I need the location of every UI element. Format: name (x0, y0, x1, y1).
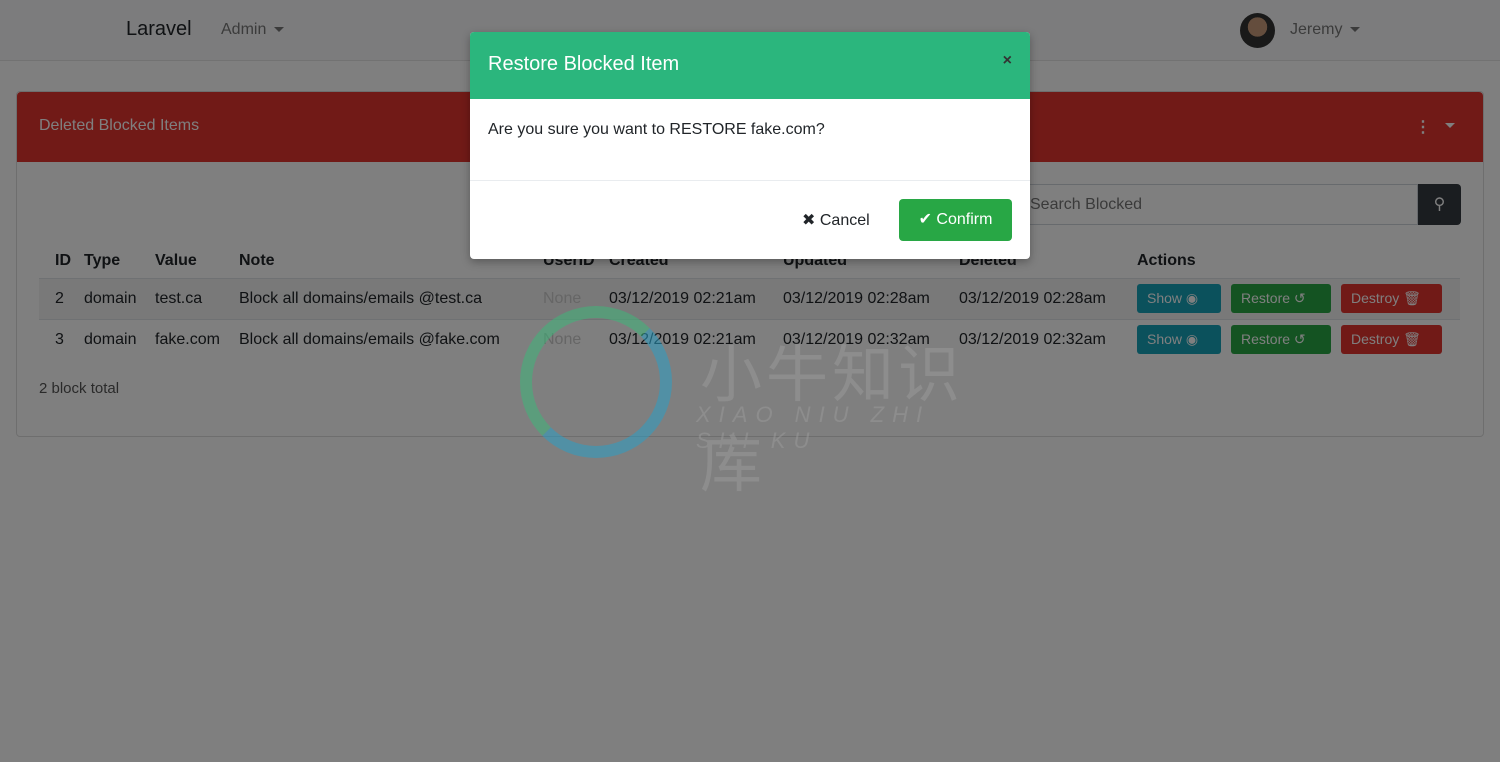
watermark-logo-icon (520, 306, 672, 458)
watermark: 小牛知识库 XIAO NIU ZHI SHI KU (520, 306, 980, 500)
cancel-label: Cancel (819, 212, 870, 229)
modal-message: Are you sure you want to RESTORE fake.co… (470, 99, 1030, 181)
modal-title: Restore Blocked Item (488, 53, 680, 75)
check-icon: ✔ (918, 211, 932, 228)
cancel-button[interactable]: ✖ Cancel (802, 210, 870, 230)
confirm-button[interactable]: ✔ Confirm (899, 199, 1012, 241)
modal-header: Restore Blocked Item × (470, 32, 1030, 99)
watermark-pinyin: XIAO NIU ZHI SHI KU (696, 402, 931, 453)
confirm-label: Confirm (936, 211, 993, 228)
close-icon[interactable]: × (1003, 52, 1012, 70)
restore-modal: Restore Blocked Item × Are you sure you … (470, 32, 1030, 259)
times-icon: ✖ (802, 212, 816, 229)
